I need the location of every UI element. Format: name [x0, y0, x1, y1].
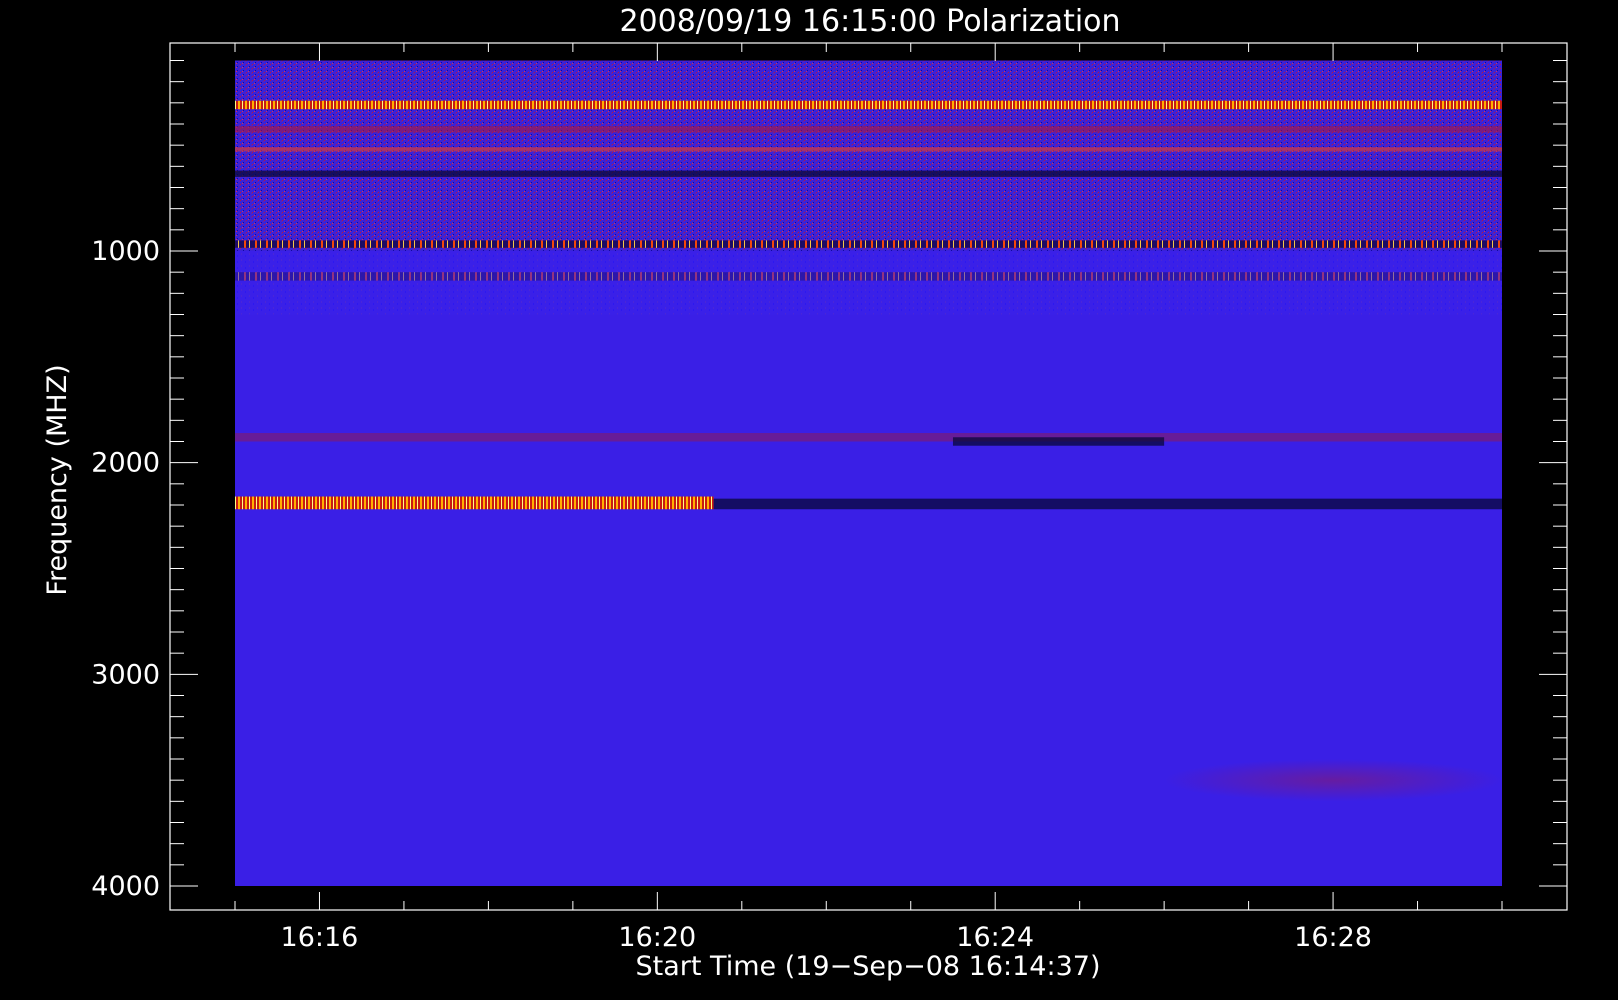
noise-region [235, 60, 1502, 251]
x-tick-label: 16:28 [1294, 922, 1372, 953]
noise-transition [235, 251, 1502, 315]
y-tick-label: 3000 [91, 659, 160, 690]
chart-title: 2008/09/19 16:15:00 Polarization [619, 4, 1120, 39]
spectrogram-chart: 2008/09/19 16:15:00 Polarization 16:16 16… [42, 4, 1568, 982]
x-tick-label: 16:24 [956, 922, 1034, 953]
heatmap-band-11 [1164, 759, 1502, 802]
heatmap-band-5 [235, 240, 1502, 248]
heatmap-band-9 [235, 496, 714, 510]
y-axis-label: Frequency (MHZ) [42, 364, 73, 595]
x-tick-label: 16:20 [618, 922, 696, 953]
heatmap-band-2 [235, 126, 1502, 133]
heatmap-band-1 [235, 100, 1502, 110]
x-axis-label: Start Time (19−Sep−08 16:14:37) [636, 951, 1101, 982]
y-tick-label: 1000 [91, 236, 160, 267]
heatmap-band-4 [235, 170, 1502, 177]
heatmap-band-0 [235, 64, 1502, 82]
heatmap-band-8 [952, 437, 1165, 446]
heatmap-band-7 [235, 433, 1502, 442]
heatmap-area [235, 60, 1502, 886]
x-tick-label: 16:16 [281, 922, 359, 953]
heatmap-band-6 [235, 272, 1502, 281]
heatmap-band-3 [235, 147, 1502, 152]
heatmap-band-10 [713, 498, 1502, 510]
y-tick-label: 4000 [91, 871, 160, 902]
y-tick-label: 2000 [91, 448, 160, 479]
